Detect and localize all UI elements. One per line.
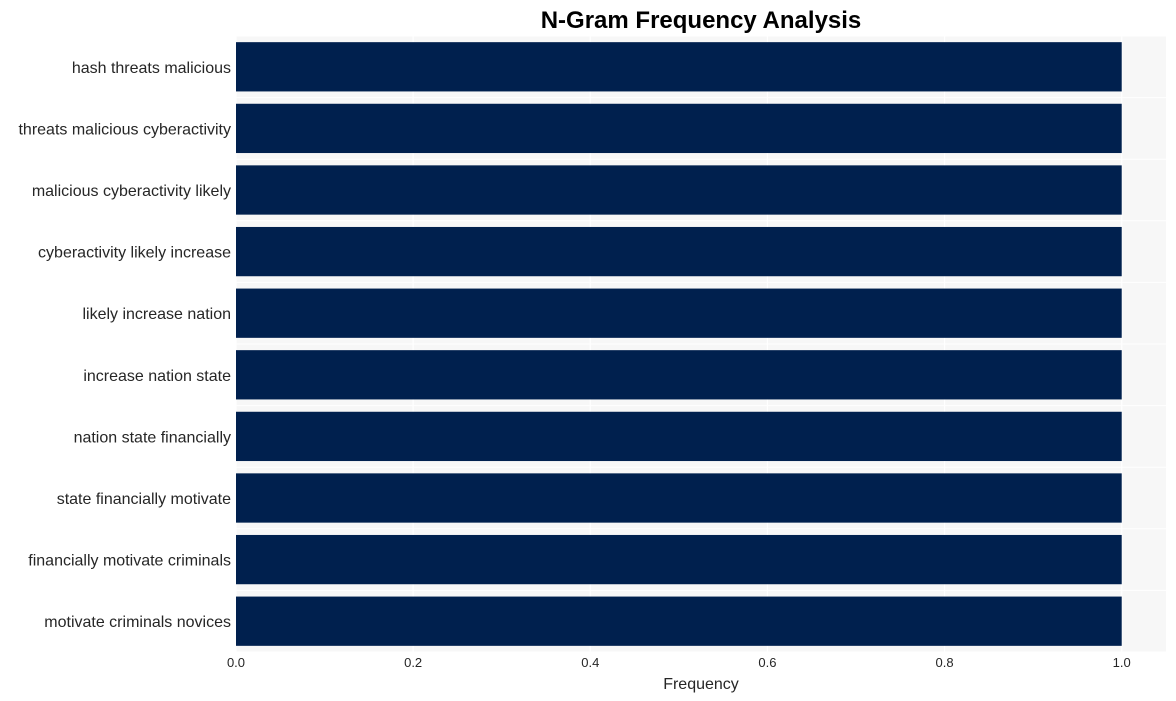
chart-title: N-Gram Frequency Analysis [541, 7, 862, 34]
x-axis-ticks: 0.0 0.2 0.4 0.6 0.8 1.0 [227, 655, 1131, 670]
bar [236, 411, 1122, 462]
y-tick-label: financially motivate criminals [28, 553, 231, 570]
y-tick-label: likely increase nation [82, 306, 231, 323]
y-tick-label: state financially motivate [57, 491, 231, 508]
bar [236, 226, 1122, 277]
y-tick-label: hash threats malicious [72, 60, 231, 77]
x-tick-label: 0.8 [936, 655, 954, 670]
y-tick-label: cyberactivity likely increase [38, 245, 231, 262]
x-axis-label: Frequency [663, 676, 739, 693]
bar [236, 350, 1122, 400]
bar [236, 596, 1122, 646]
bar [236, 103, 1122, 154]
bar [236, 165, 1122, 215]
y-tick-label: nation state financially [74, 429, 231, 446]
y-tick-label: motivate criminals novices [44, 614, 231, 631]
y-tick-label: increase nation state [83, 368, 231, 385]
bar [236, 42, 1122, 92]
x-tick-label: 0.0 [227, 655, 245, 670]
x-tick-label: 0.6 [758, 655, 776, 670]
y-axis-labels: hash threats malicious threats malicious … [18, 60, 231, 631]
bar [236, 288, 1122, 338]
x-tick-label: 0.4 [581, 655, 599, 670]
bar [236, 534, 1122, 585]
x-tick-label: 1.0 [1113, 655, 1131, 670]
x-tick-label: 0.2 [404, 655, 422, 670]
y-tick-label: malicious cyberactivity likely [32, 183, 231, 200]
y-tick-label: threats malicious cyberactivity [18, 121, 231, 138]
chart: N-Gram Frequency Analysis hash threats m… [18, 7, 1166, 693]
bar [236, 473, 1122, 523]
